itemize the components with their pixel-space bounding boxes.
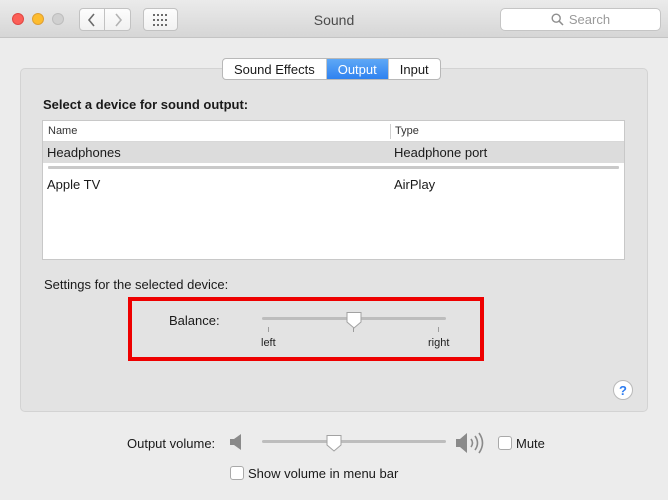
volume-slider-track[interactable] [262,440,446,443]
device-name: Apple TV [47,177,101,192]
show-volume-label: Show volume in menu bar [248,466,399,481]
tab-bar: Sound Effects Output Input [222,58,441,80]
show-volume-checkbox[interactable] [230,466,244,480]
search-field[interactable]: Search [500,8,661,31]
table-row[interactable]: Headphones Headphone port [43,142,624,163]
speaker-high-icon [456,432,484,454]
tab-sound-effects[interactable]: Sound Effects [223,59,326,79]
mute-label: Mute [516,436,545,451]
table-header: Name Type [43,121,624,142]
device-table: Name Type Headphones Headphone port Appl… [42,120,625,260]
table-row[interactable]: Apple TV AirPlay [43,174,624,195]
tab-input[interactable]: Input [387,59,440,79]
balance-right-label: right [428,337,450,349]
settings-label: Settings for the selected device: [44,277,229,292]
row-divider [48,166,619,169]
title-bar: Sound Search [0,0,668,38]
volume-slider-knob[interactable] [326,434,342,452]
column-header-type[interactable]: Type [395,125,419,137]
highlight-box [128,297,484,361]
balance-left-label: left [261,337,276,349]
balance-tick [268,327,269,332]
help-button[interactable]: ? [613,380,633,400]
device-list-heading: Select a device for sound output: [43,97,249,112]
speaker-low-icon [230,434,241,450]
device-name: Headphones [47,145,121,160]
search-placeholder: Search [568,12,611,27]
output-volume-label: Output volume: [127,436,216,451]
device-type: AirPlay [394,177,436,192]
balance-tick [438,327,439,332]
column-divider [390,124,391,139]
search-icon [551,13,564,26]
column-header-name[interactable]: Name [48,125,77,137]
mute-checkbox[interactable] [498,436,512,450]
balance-slider-knob[interactable] [346,311,362,329]
tab-output[interactable]: Output [325,59,388,79]
balance-label: Balance: [169,313,220,328]
device-type: Headphone port [394,145,488,160]
